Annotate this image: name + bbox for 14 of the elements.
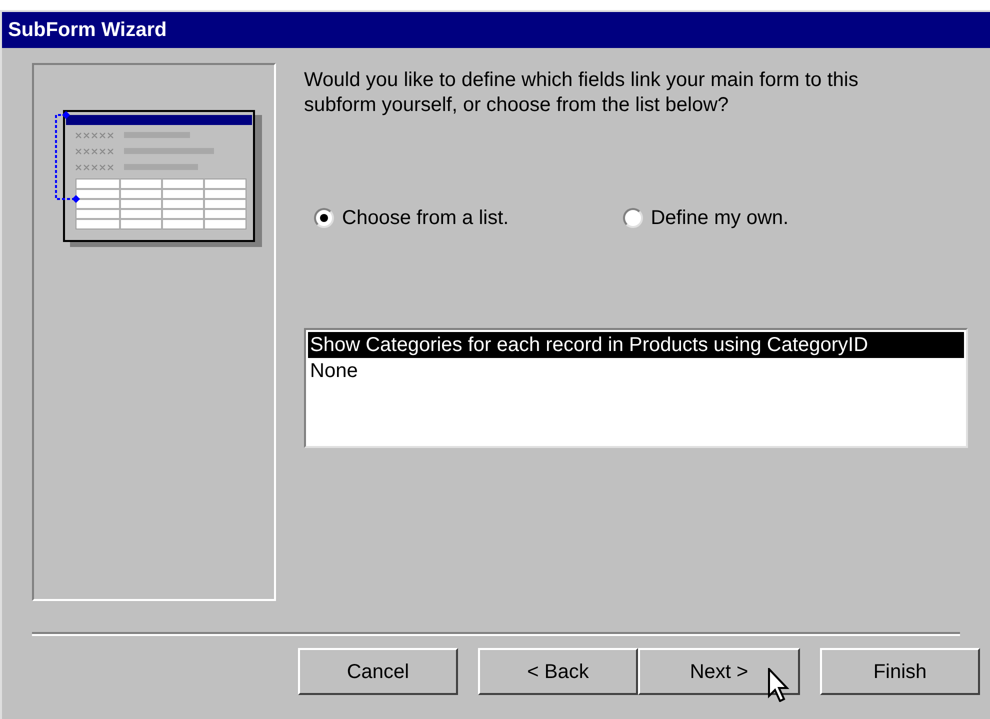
radio-label[interactable]: Define my own. (650, 203, 789, 233)
dialog-button[interactable]: Next > (638, 648, 800, 695)
radio-label[interactable]: Choose from a list. (342, 203, 509, 233)
radio-button[interactable] (314, 208, 334, 228)
link-listbox[interactable]: Show Categories for each record in Products using CategoryID None (304, 328, 968, 448)
window-title: SubForm Wizard (2, 12, 990, 48)
dialog-button[interactable]: Cancel (298, 648, 458, 695)
list-item[interactable]: None (308, 358, 964, 384)
question-text: Would you like to define which fields link your main form to this subform yourself, or choose from the list below? (304, 68, 860, 118)
mouse-pointer-icon (768, 668, 790, 702)
dialog-button[interactable]: Finish (820, 648, 980, 695)
dialog-button[interactable]: < Back (478, 648, 638, 695)
radio-button[interactable] (622, 208, 643, 228)
list-item[interactable]: Show Categories for each record in Products using CategoryID (308, 332, 964, 358)
